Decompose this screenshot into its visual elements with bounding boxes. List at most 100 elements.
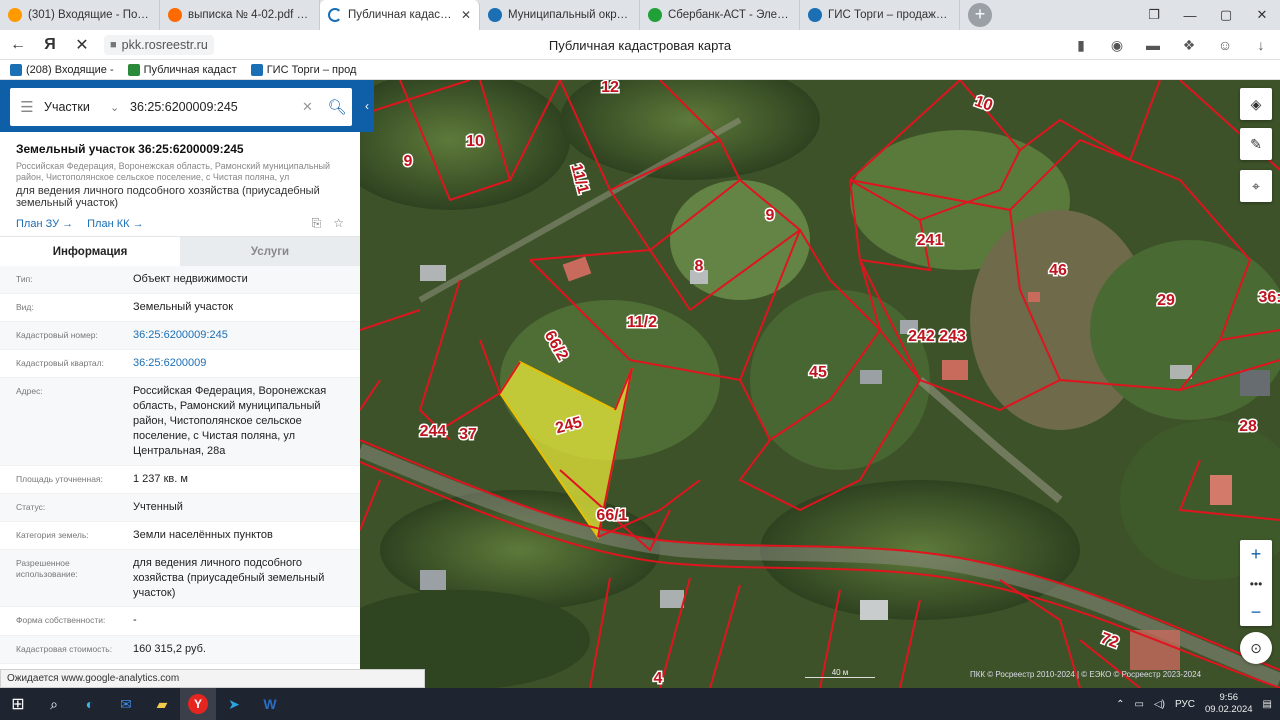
- back-arrow-icon[interactable]: ←: [4, 31, 32, 59]
- row-value: Объект недвижимости: [133, 273, 248, 285]
- close-tab-icon[interactable]: ✕: [461, 8, 471, 22]
- notifications-icon[interactable]: ▤: [1263, 699, 1272, 710]
- chevron-down-icon[interactable]: ⌄: [110, 101, 130, 114]
- zoom-out-button[interactable]: −: [1240, 598, 1272, 627]
- compass-icon: ⊙: [1250, 639, 1262, 656]
- menu-icon[interactable]: ☰: [10, 98, 44, 116]
- info-row: Форма собственности: -: [0, 607, 360, 636]
- cadastral-map[interactable]: 12 10 10 9 11/1 9 241 46 29 36: 8 11/2 6…: [360, 80, 1280, 688]
- mail-icon: [10, 63, 22, 76]
- collapse-sidebar-button[interactable]: ‹: [360, 80, 374, 132]
- more-icon[interactable]: •••: [1240, 569, 1272, 598]
- info-row: Разрешенное использование: для ведения ли…: [0, 550, 360, 607]
- parcel-label: 37: [459, 426, 477, 443]
- downloads-icon[interactable]: ↓: [1248, 32, 1274, 58]
- yandex-logo-icon[interactable]: Я: [36, 31, 64, 59]
- measure-button[interactable]: ✎: [1240, 128, 1272, 160]
- card-actions: ⎘ ☆: [312, 216, 344, 231]
- cloud-icon: [168, 8, 182, 22]
- tab-label: Публичная кадастровая карта: [348, 9, 455, 21]
- parcel-label: 28: [1239, 418, 1257, 435]
- browser-tab-gistorgi[interactable]: ГИС Торги – продажи госимущества: [800, 0, 960, 30]
- volume-icon[interactable]: ◁): [1154, 699, 1165, 710]
- tab-services[interactable]: Услуги: [180, 237, 360, 266]
- parcel-links: План ЗУ → План КК → ⎘ ☆: [16, 216, 344, 231]
- chevron-up-icon[interactable]: ⌃: [1116, 699, 1124, 710]
- row-value: Земельный участок: [133, 301, 234, 313]
- row-value: Российская Федерация, Воронежская област…: [133, 385, 327, 457]
- bookmark-pkk[interactable]: Публичная кадаст: [127, 63, 237, 76]
- bookmark-gistorgi[interactable]: ГИС Торги – прод: [250, 63, 356, 76]
- close-window-icon[interactable]: ✕: [1244, 0, 1280, 30]
- system-tray: ⌃ ▭ ◁) РУС 9:56 09.02.2024 ▤: [1116, 688, 1280, 720]
- clock[interactable]: 9:56 09.02.2024: [1205, 692, 1253, 716]
- cadastral-number-link[interactable]: 36:25:6200009:245: [133, 322, 344, 349]
- bookmark-icon[interactable]: ▮: [1068, 32, 1094, 58]
- clear-icon[interactable]: ✕: [302, 99, 322, 115]
- new-tab-button[interactable]: +: [968, 3, 992, 27]
- address-bar: ← Я ✕ ■ pkk.rosreestr.ru Публичная кадас…: [0, 30, 1280, 60]
- map-canvas[interactable]: 12 10 10 9 11/1 9 241 46 29 36: 8 11/2 6…: [360, 80, 1280, 688]
- browser-tab-sberbank[interactable]: Сбербанк-АСТ - Электронная: [640, 0, 800, 30]
- star-icon[interactable]: ☆: [333, 216, 344, 231]
- locate-button[interactable]: ⌖: [1240, 170, 1272, 202]
- browser-tab-bar: (301) Входящие - Почта Mail.ru выписка №…: [0, 0, 1280, 30]
- info-row: Кадастровая стоимость: 160 315,2 руб.: [0, 636, 360, 664]
- loading-spinner-icon: [328, 8, 342, 22]
- row-label: Форма собственности:: [16, 615, 106, 625]
- layers-button[interactable]: ◈: [1240, 88, 1272, 120]
- row-value: 1 237 кв. м: [133, 473, 188, 485]
- layers-icon: ◈: [1250, 95, 1262, 112]
- telegram-icon[interactable]: ➤: [216, 688, 252, 720]
- browser-tab-mail[interactable]: (301) Входящие - Почта Mail.ru: [0, 0, 160, 30]
- maximize-icon[interactable]: ▢: [1208, 0, 1244, 30]
- language-indicator[interactable]: РУС: [1175, 699, 1195, 710]
- zoom-in-button[interactable]: +: [1240, 540, 1272, 569]
- word-icon[interactable]: W: [252, 688, 288, 720]
- row-value: 160 315,2 руб.: [133, 643, 206, 655]
- stop-loading-icon[interactable]: ✕: [68, 31, 96, 59]
- mail-icon: [8, 8, 22, 22]
- row-label: Кадастровый квартал:: [16, 358, 104, 368]
- browser-tab-municipal[interactable]: Муниципальный округ - Публичная: [480, 0, 640, 30]
- profile-icon[interactable]: ☺: [1212, 32, 1238, 58]
- edge-browser-icon[interactable]: ◐: [72, 688, 108, 720]
- bookmark-mail[interactable]: (208) Входящие -: [10, 63, 114, 76]
- file-explorer-icon[interactable]: ▰: [144, 688, 180, 720]
- search-icon[interactable]: 🔍︎: [322, 88, 352, 126]
- tab-info[interactable]: Информация: [0, 237, 180, 266]
- collections-icon[interactable]: ❖: [1176, 32, 1202, 58]
- browser-tab-pkk[interactable]: Публичная кадастровая карта ✕: [320, 0, 480, 30]
- parcel-label: 36:: [1258, 289, 1280, 306]
- outlook-icon[interactable]: ✉: [108, 688, 144, 720]
- minimize-icon[interactable]: —: [1172, 0, 1208, 30]
- browser-tab-cloud[interactable]: выписка № 4-02.pdf / Облако: [160, 0, 320, 30]
- search-icon[interactable]: ⌕: [36, 688, 72, 720]
- url-text: pkk.rosreestr.ru: [121, 37, 208, 52]
- network-icon[interactable]: ▭: [1134, 699, 1143, 710]
- parcel-label: 8: [695, 258, 704, 275]
- row-label: Кадастровая стоимость:: [16, 644, 113, 654]
- tab-label: выписка № 4-02.pdf / Облако: [188, 9, 311, 21]
- ruler-icon: ✎: [1250, 135, 1262, 152]
- tabs-overview-icon[interactable]: ❐: [1136, 0, 1172, 30]
- search-input[interactable]: 36:25:6200009:245: [130, 100, 302, 114]
- windows-start-icon[interactable]: ⊞: [0, 688, 36, 720]
- tab-label: Сбербанк-АСТ - Электронная: [668, 9, 791, 21]
- search-type-select[interactable]: Участки: [44, 100, 110, 114]
- cadastral-quarter-link[interactable]: 36:25:6200009: [133, 350, 344, 377]
- plan-zu-link[interactable]: План ЗУ →: [16, 218, 73, 230]
- reading-mode-icon[interactable]: ▬: [1140, 32, 1166, 58]
- url-field[interactable]: ■ pkk.rosreestr.ru: [104, 34, 214, 55]
- clock-time: 9:56: [1219, 692, 1239, 703]
- row-label: Площадь уточненная:: [16, 474, 103, 484]
- yandex-browser-icon[interactable]: Y: [180, 688, 216, 720]
- info-table: Тип: Объект недвижимости Вид: Земельный уч…: [0, 266, 360, 664]
- plan-kk-link[interactable]: План КК →: [87, 218, 143, 230]
- parcel-title: Земельный участок 36:25:6200009:245: [16, 142, 244, 156]
- parcel-label: 11/2: [627, 314, 657, 331]
- windows-taskbar: ⊞ ⌕ ◐ ✉ ▰ Y ➤ W ⌃ ▭ ◁) РУС 9:56 09.02.20…: [0, 688, 1280, 720]
- extension-icon[interactable]: ◉: [1104, 32, 1130, 58]
- search-document-icon[interactable]: ⎘: [312, 216, 322, 231]
- compass-button[interactable]: ⊙: [1240, 632, 1272, 664]
